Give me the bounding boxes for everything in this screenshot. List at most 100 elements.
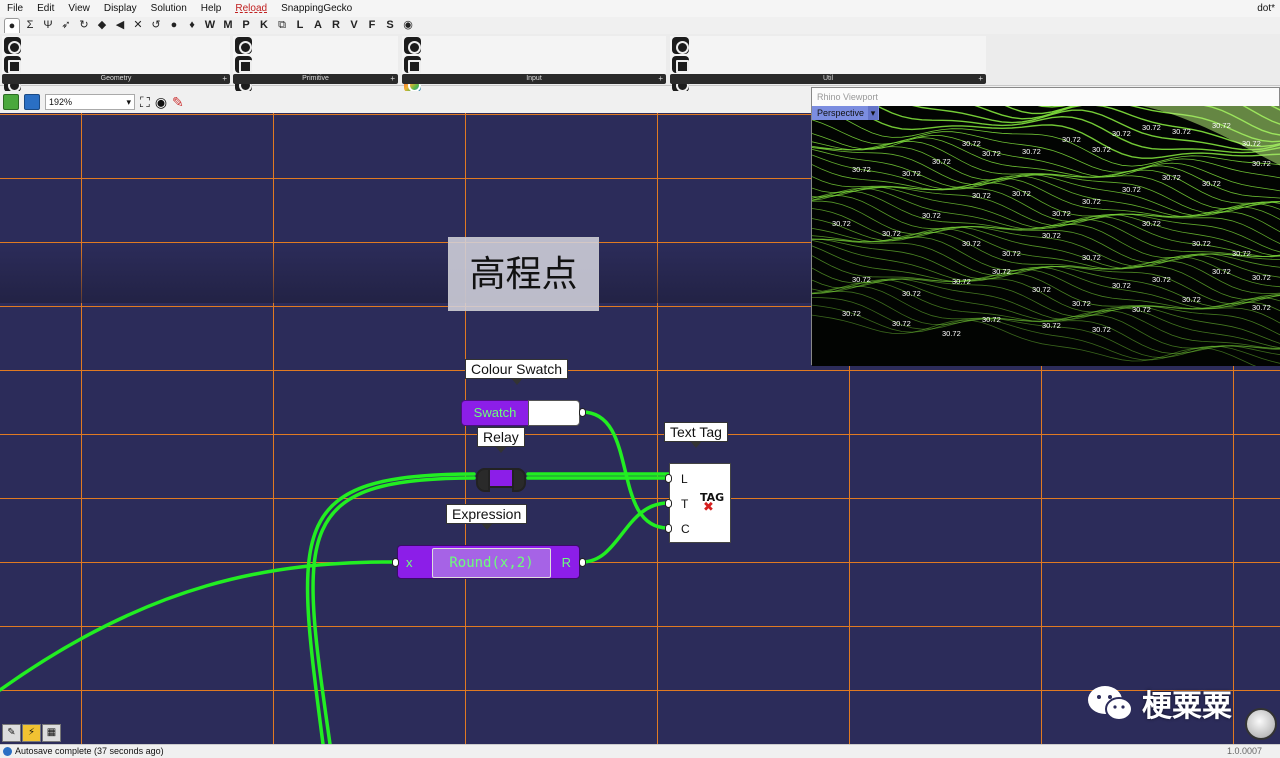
swatch-output-grip[interactable]	[579, 408, 586, 417]
panel-label-geometry[interactable]: Geometry	[2, 74, 230, 84]
rhino-viewport[interactable]: Rhino Viewport 30.72 30.72 30.72 30.72 30.72…	[811, 87, 1280, 366]
category-tab[interactable]: V	[346, 18, 362, 33]
category-tab[interactable]: ⧉	[274, 18, 290, 33]
contour-label: 30.72	[992, 267, 1011, 276]
canvas-bottom-buttons: ✎ ⚡ ▦	[2, 724, 61, 742]
panel-label-input[interactable]: Input	[402, 74, 666, 84]
tooltip-colour-swatch: Colour Swatch	[465, 359, 569, 385]
contour-label: 30.72	[1112, 129, 1131, 138]
panel-label-util[interactable]: Util	[670, 74, 986, 84]
menu-file[interactable]: File	[0, 0, 30, 17]
category-tab[interactable]: L	[292, 18, 308, 33]
contour-label: 30.72	[1012, 189, 1031, 198]
open-file-icon[interactable]	[3, 94, 19, 110]
sketch-pen-icon[interactable]: ✎	[172, 94, 184, 110]
component-icon[interactable]	[404, 37, 421, 54]
tag-grip-l[interactable]	[665, 474, 672, 483]
contour-label: 30.72	[1132, 305, 1151, 314]
terrain-contour-view: 30.72 30.72 30.72 30.72 30.72 30.72 30.72 30.72…	[812, 106, 1280, 366]
contour-label: 30.72	[982, 315, 1001, 324]
menu-help[interactable]: Help	[194, 0, 229, 17]
expression-output-grip[interactable]	[579, 558, 586, 567]
wechat-icon	[1088, 686, 1133, 721]
preview-eye-icon[interactable]: ◉	[155, 94, 167, 110]
menu-bar: File Edit View Display Solution Help Rel…	[0, 0, 1280, 17]
contour-label: 30.72	[962, 239, 981, 248]
tag-error-icon: ✖	[703, 499, 714, 514]
colour-swatch-component[interactable]: Swatch	[461, 400, 586, 426]
contour-label: 30.72	[1062, 135, 1081, 144]
tag-input-l[interactable]: L	[681, 472, 688, 486]
canvas-toolbar: 192% ⛶ ◉ ✎	[0, 91, 810, 113]
component-icon[interactable]	[4, 56, 21, 73]
expression-body[interactable]: Round(x,2)	[432, 548, 551, 578]
menu-snappinggecko[interactable]: SnappingGecko	[274, 0, 359, 17]
category-tab[interactable]: ◉	[400, 18, 416, 33]
viewport-tab-perspective[interactable]: Perspective	[812, 106, 880, 120]
canvas-snap-icon[interactable]: ⚡	[22, 724, 41, 742]
category-tab[interactable]: Σ	[22, 18, 38, 33]
tag-input-c[interactable]: C	[681, 522, 690, 536]
panel-input: Input	[402, 36, 666, 491]
expression-component[interactable]: x Round(x,2) R	[392, 545, 586, 580]
category-tab[interactable]: ➶	[58, 18, 74, 33]
menu-solution[interactable]: Solution	[144, 0, 194, 17]
category-tab-strip: ● Σ Ψ ➶ ↻ ◆ ◀ ✕ ↺ ● ♦ W M P K ⧉ L A R V F S ◉	[0, 17, 1280, 34]
category-tab[interactable]: W	[202, 18, 218, 33]
contour-label: 30.72	[1082, 197, 1101, 206]
contour-label: 30.72	[1112, 281, 1131, 290]
expression-input-x[interactable]: x	[406, 546, 413, 580]
canvas-mode-icon[interactable]: ✎	[2, 724, 21, 742]
component-icon[interactable]	[672, 37, 689, 54]
contour-label: 30.72	[1252, 303, 1271, 312]
canvas-preview-icon[interactable]: ▦	[42, 724, 61, 742]
swatch-color-box[interactable]	[528, 400, 580, 426]
tag-input-t[interactable]: T	[681, 497, 688, 511]
tag-grip-t[interactable]	[665, 499, 672, 508]
relay-component[interactable]	[476, 468, 526, 492]
component-icon[interactable]	[404, 56, 421, 73]
contour-label: 30.72	[1122, 185, 1141, 194]
category-tab[interactable]: ✕	[130, 18, 146, 33]
expression-input-grip[interactable]	[392, 558, 399, 567]
category-tab[interactable]: Ψ	[40, 18, 56, 33]
category-tab[interactable]: ◆	[94, 18, 110, 33]
contour-label: 30.72	[982, 149, 1001, 158]
scribble-title[interactable]: 高程点	[448, 237, 599, 311]
component-icon[interactable]	[235, 37, 252, 54]
category-tab[interactable]: ↺	[148, 18, 164, 33]
category-tab[interactable]: ♦	[184, 18, 200, 33]
menu-reload[interactable]: Reload	[228, 0, 274, 17]
category-tab[interactable]: A	[310, 18, 326, 33]
category-tab[interactable]: K	[256, 18, 272, 33]
category-tab[interactable]: ◀	[112, 18, 128, 33]
category-tab[interactable]: ●	[166, 18, 182, 33]
category-tab[interactable]: R	[328, 18, 344, 33]
category-tab[interactable]: M	[220, 18, 236, 33]
category-tab[interactable]: S	[382, 18, 398, 33]
tag-grip-c[interactable]	[665, 524, 672, 533]
expression-output-r[interactable]: R	[562, 546, 571, 580]
category-tab[interactable]: ●	[4, 18, 20, 33]
text-tag-component[interactable]: L T C TAG ✖	[665, 463, 731, 543]
contour-label: 30.72	[1072, 299, 1091, 308]
panel-label-primitive[interactable]: Primitive	[233, 74, 398, 84]
contour-label: 30.72	[852, 275, 871, 284]
zoom-extents-icon[interactable]: ⛶	[140, 94, 150, 110]
save-file-icon[interactable]	[24, 94, 40, 110]
category-tab[interactable]: P	[238, 18, 254, 33]
contour-label: 30.72	[1092, 325, 1111, 334]
component-icon[interactable]	[235, 56, 252, 73]
menu-edit[interactable]: Edit	[30, 0, 61, 17]
category-tab[interactable]: ↻	[76, 18, 92, 33]
contour-label: 30.72	[1142, 219, 1161, 228]
category-tab[interactable]: F	[364, 18, 380, 33]
zoom-level-select[interactable]: 192%	[45, 94, 135, 110]
menu-view[interactable]: View	[61, 0, 97, 17]
component-icon[interactable]	[4, 37, 21, 54]
component-ribbon: Geometry Primitive Input Util	[0, 34, 1280, 491]
component-icon[interactable]	[672, 56, 689, 73]
tooltip-expression: Expression	[446, 504, 528, 530]
menu-display[interactable]: Display	[97, 0, 144, 17]
navigation-knob[interactable]	[1245, 708, 1277, 740]
